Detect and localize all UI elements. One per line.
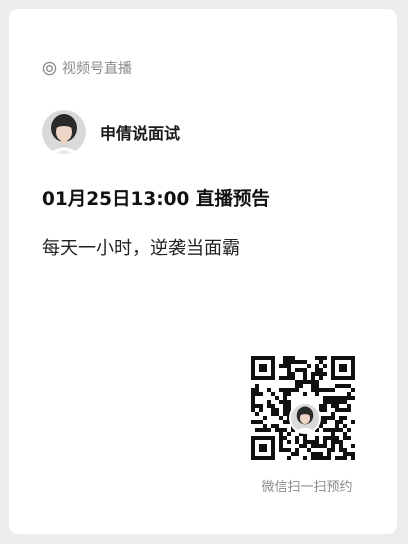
author-name[interactable]: 申倩说面试 (100, 120, 180, 144)
avatar[interactable] (42, 110, 86, 154)
qr-caption: 微信扫一扫预约 (261, 480, 353, 495)
live-ring-icon (42, 61, 57, 75)
qr-avatar (289, 402, 321, 434)
channel-label: 视频号直播 (62, 61, 132, 77)
live-title: 01月25日13:00 直播预告 (42, 189, 270, 210)
live-description: 每天一小时，逆袭当面霸 (42, 238, 240, 259)
channel-header: 视频号直播 (42, 58, 132, 78)
author-row[interactable]: 申倩说面试 (42, 110, 180, 154)
